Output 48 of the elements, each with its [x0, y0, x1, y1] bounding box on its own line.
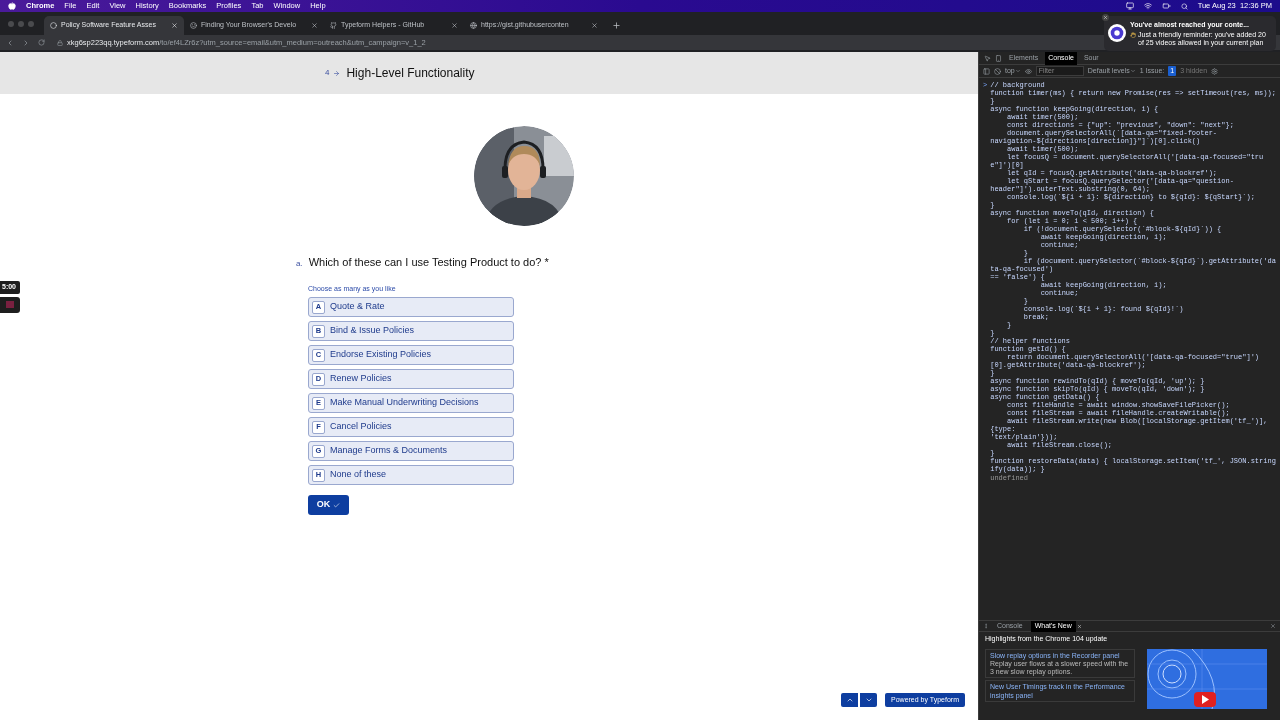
option-label: Cancel Policies	[330, 420, 392, 434]
option-label: Renew Policies	[330, 372, 392, 386]
caret-icon	[1014, 68, 1021, 74]
option-label: Quote & Rate	[330, 300, 385, 314]
site-icon	[330, 22, 337, 29]
arrow-icon	[333, 69, 341, 77]
sidebar-icon[interactable]	[983, 67, 990, 75]
next-button[interactable]	[860, 693, 878, 707]
stop-recording-button[interactable]	[0, 296, 20, 313]
question-text: Which of these can I use Testing Product to do? *	[308, 255, 549, 270]
settings-icon[interactable]	[1211, 67, 1219, 75]
section-title: High-Level Functionality	[346, 65, 475, 82]
more-icon[interactable]	[983, 623, 989, 629]
question-label: a.	[296, 258, 303, 270]
section-number: 4	[325, 67, 330, 79]
site-icon	[190, 22, 197, 29]
option-label: None of these	[330, 468, 387, 482]
search-icon[interactable]	[1180, 2, 1188, 10]
ok-button[interactable]: OK	[308, 495, 349, 515]
clear-icon[interactable]	[994, 67, 1001, 75]
up-icon	[845, 696, 854, 704]
close-tab-icon[interactable]	[451, 22, 458, 29]
option-label: Endorse Existing Policies	[330, 348, 432, 362]
new-tab-icon[interactable]	[612, 21, 621, 30]
close-notification-button[interactable]	[1102, 14, 1109, 21]
close-icon[interactable]	[1270, 623, 1276, 629]
option-label: Make Manual Underwriting Decisions	[330, 396, 479, 410]
down-icon	[864, 696, 873, 704]
battery-icon[interactable]	[1161, 2, 1171, 10]
previous-button[interactable]	[841, 693, 859, 707]
option-label: Bind & Issue Policies	[330, 324, 415, 338]
forward-icon[interactable]	[22, 38, 30, 47]
close-tab-icon[interactable]	[311, 22, 318, 29]
apple-icon[interactable]	[8, 2, 16, 10]
caret-icon	[1129, 68, 1136, 74]
screen-icon[interactable]	[1125, 2, 1134, 10]
close-tab-icon[interactable]	[591, 22, 598, 29]
wifi-icon[interactable]	[1143, 2, 1152, 10]
site-icon	[470, 22, 477, 29]
site-icon	[50, 22, 57, 29]
device-icon[interactable]	[995, 54, 1002, 62]
eye-icon[interactable]	[1024, 67, 1032, 75]
back-icon[interactable]	[6, 38, 14, 47]
lock-icon	[57, 39, 63, 46]
reload-icon[interactable]	[38, 39, 45, 46]
check-icon	[333, 501, 341, 509]
option-label: Manage Forms & Documents	[330, 444, 448, 458]
inspect-icon[interactable]	[984, 54, 991, 62]
